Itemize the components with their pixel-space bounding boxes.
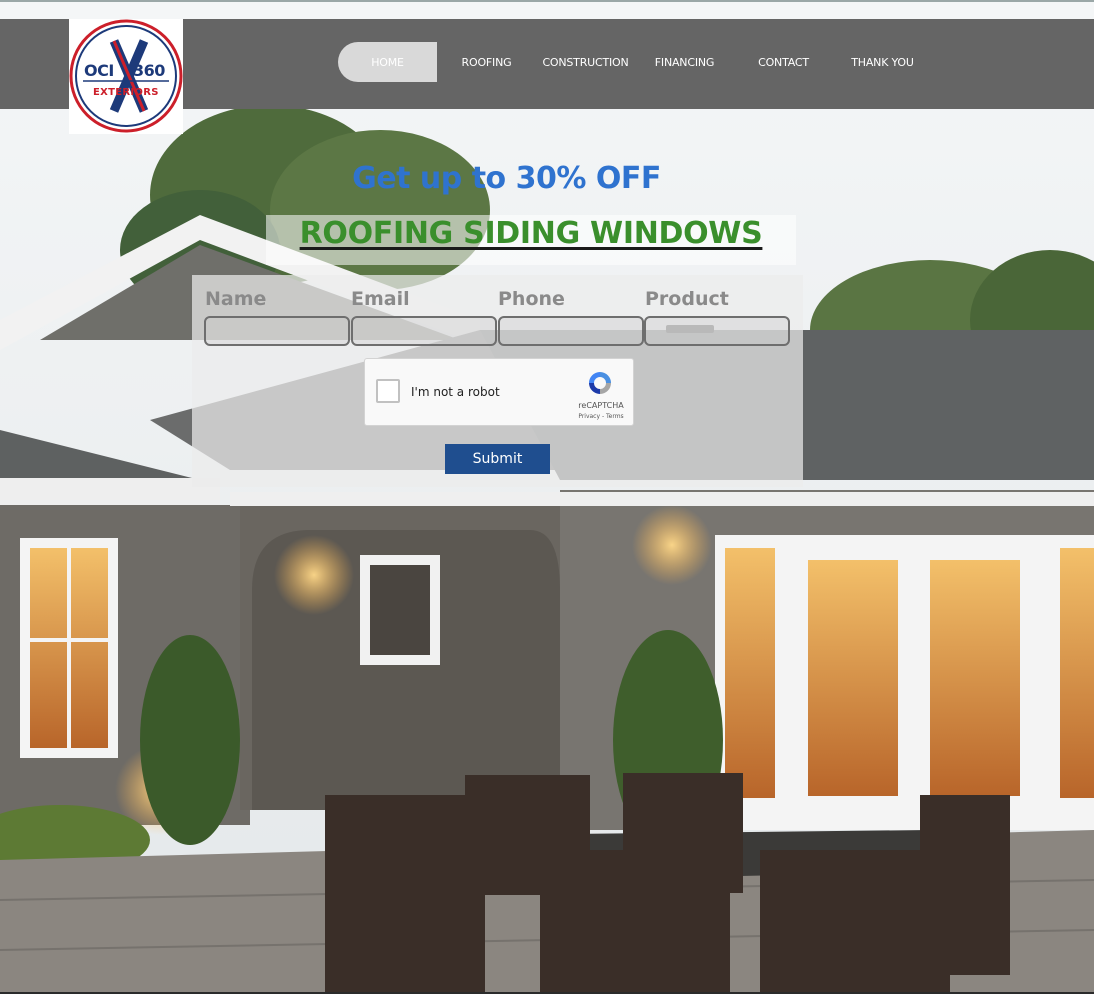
select-placeholder-bar: [666, 325, 714, 333]
product-select[interactable]: [644, 316, 790, 346]
phone-label: Phone: [498, 288, 565, 310]
logo-text-oci: OCI: [84, 61, 114, 80]
recaptcha-brand: reCAPTCHA: [578, 401, 624, 410]
product-label: Product: [645, 288, 729, 310]
nav-item-financing[interactable]: FINANCING: [635, 42, 734, 82]
recaptcha-checkbox[interactable]: [376, 379, 400, 403]
name-input[interactable]: [204, 316, 350, 346]
nav-item-home[interactable]: HOME: [338, 42, 437, 82]
house-illustration: [0, 0, 1094, 994]
nav-item-roofing[interactable]: ROOFING: [437, 42, 536, 82]
email-input[interactable]: [351, 316, 497, 346]
name-label: Name: [205, 288, 267, 310]
recaptcha-logo-icon: [589, 372, 611, 394]
services-subheadline: ROOFING SIDING WINDOWS: [299, 216, 763, 251]
phone-input[interactable]: [498, 316, 644, 346]
recaptcha-links[interactable]: Privacy - Terms: [569, 413, 633, 420]
top-divider: [0, 0, 1094, 2]
logo-text-exteriors: EXTERIORS: [93, 87, 159, 98]
recaptcha-label: I'm not a robot: [411, 385, 500, 399]
email-label: Email: [351, 288, 410, 310]
submit-button[interactable]: Submit: [445, 444, 550, 474]
nav-item-thank-you[interactable]: THANK YOU: [833, 42, 932, 82]
nav-item-contact[interactable]: CONTACT: [734, 42, 833, 82]
brand-logo[interactable]: OCI 360 EXTERIORS: [69, 19, 183, 134]
logo-text-360: 360: [133, 61, 165, 80]
recaptcha-widget: I'm not a robot reCAPTCHA Privacy - Term…: [364, 358, 634, 426]
promo-headline: Get up to 30% OFF: [352, 161, 661, 196]
hero-background-photo: [0, 0, 1094, 994]
nav-item-construction[interactable]: CONSTRUCTION: [536, 42, 635, 82]
